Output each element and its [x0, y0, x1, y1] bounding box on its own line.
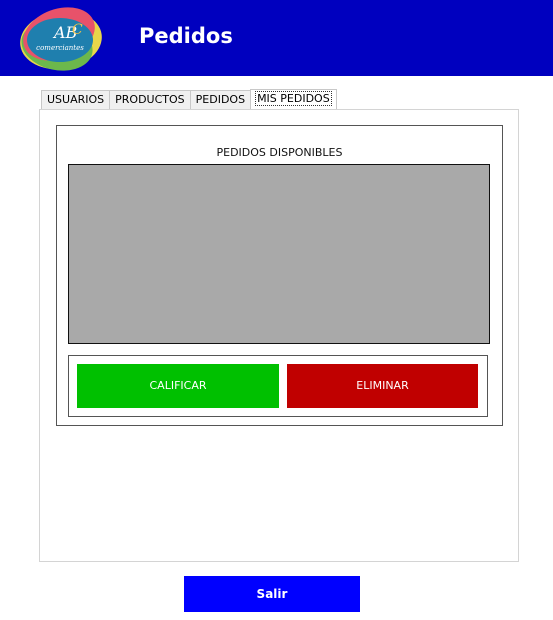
tab-productos[interactable]: PRODUCTOS — [109, 90, 191, 109]
orders-group-title: PEDIDOS DISPONIBLES — [216, 146, 343, 159]
exit-button[interactable]: Salir — [184, 576, 360, 612]
order-actions: CALIFICAR ELIMINAR — [68, 355, 488, 417]
orders-group: PEDIDOS DISPONIBLES CALIFICAR ELIMINAR — [56, 125, 503, 426]
abc-comerciantes-logo: AB C comerciantes — [20, 7, 102, 71]
rate-button[interactable]: CALIFICAR — [77, 364, 279, 408]
available-orders-list[interactable] — [68, 164, 490, 344]
svg-text:C: C — [72, 22, 83, 38]
mis-pedidos-panel: PEDIDOS DISPONIBLES CALIFICAR ELIMINAR — [39, 109, 519, 562]
tab-bar: USUARIOS PRODUCTOS PEDIDOS MIS PEDIDOS — [41, 89, 337, 109]
delete-button[interactable]: ELIMINAR — [287, 364, 478, 408]
app-header: AB C comerciantes Pedidos — [0, 0, 553, 76]
tab-usuarios[interactable]: USUARIOS — [41, 90, 111, 109]
svg-text:comerciantes: comerciantes — [36, 44, 84, 52]
tab-mis-pedidos-label: MIS PEDIDOS — [255, 91, 332, 106]
tab-pedidos[interactable]: PEDIDOS — [189, 90, 252, 109]
tab-mis-pedidos[interactable]: MIS PEDIDOS — [250, 89, 337, 109]
page-title: Pedidos — [139, 24, 233, 48]
